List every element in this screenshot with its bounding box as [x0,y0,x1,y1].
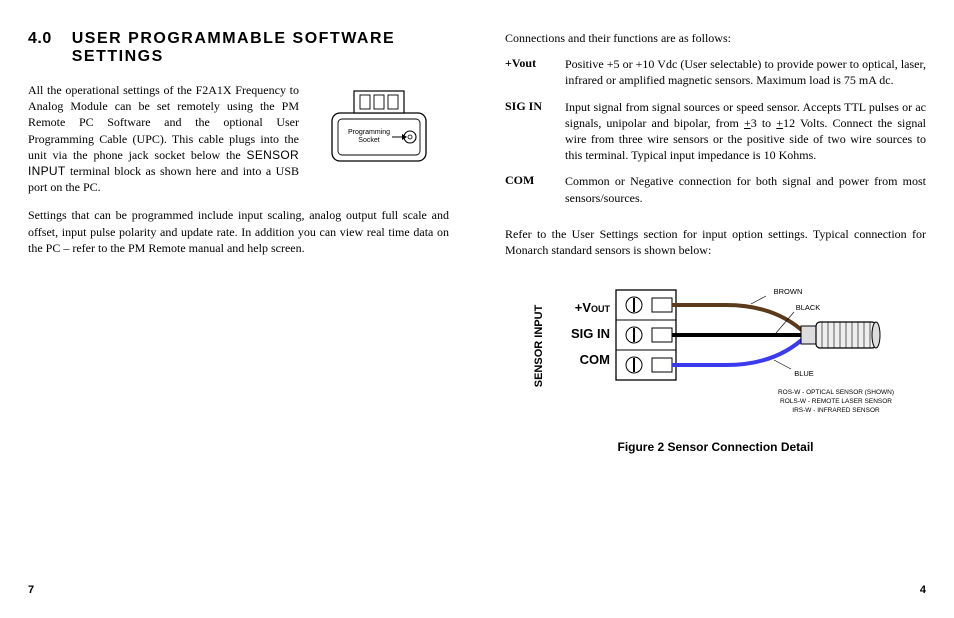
def-desc: Common or Negative connection for both s… [565,173,926,205]
note-1: ROS-W - OPTICAL SENSOR (SHOWN) [777,389,893,396]
vout-label: +V [574,300,591,315]
para-after-defs: Refer to the User Settings section for i… [505,226,926,258]
note-3: IRS-W - INFRARED SENSOR [792,407,880,414]
figure-caption: Figure 2 Sensor Connection Detail [505,440,926,454]
black-label: BLACK [795,303,820,312]
def-term: COM [505,173,553,205]
intro-block: All the operational settings of the F2A1… [28,82,449,195]
socket-diagram-icon: Programming Socket [314,85,444,170]
page-number-right: 4 [505,584,926,596]
def-desc: Positive +5 or +10 Vdc (User selectable)… [565,56,926,88]
blue-wire [672,336,806,365]
screw-icon [626,357,642,373]
def-desc: Input signal from signal sources or spee… [565,99,926,164]
pm-sym-1: + [744,116,751,130]
brown-label: BROWN [773,287,802,296]
socket-label-line2: Socket [358,137,379,144]
sensor-connection-diagram-icon: SENSOR INPUT +V OUT SIG IN COM [526,276,906,426]
brown-wire [672,305,806,334]
definition-list: +Vout Positive +5 or +10 Vdc (User selec… [505,56,926,216]
screw-icon [626,327,642,343]
section-title: USER PROGRAMMABLE SOFTWARE SETTINGS [72,30,449,66]
section-number: 4.0 [28,30,52,66]
com-label: COM [579,352,609,367]
desc-c: 3 to [751,116,777,130]
paragraph-2: Settings that can be programmed include … [28,207,449,256]
blue-label: BLUE [794,369,814,378]
def-term: SIG IN [505,99,553,164]
sigin-label: SIG IN [570,326,609,341]
right-column: Connections and their functions are as f… [477,30,926,596]
intro-text: All the operational settings of the F2A1… [28,82,299,195]
left-column: 4.0 USER PROGRAMMABLE SOFTWARE SETTINGS … [28,30,477,596]
def-row-vout: +Vout Positive +5 or +10 Vdc (User selec… [505,56,926,88]
sensor-connection-figure: SENSOR INPUT +V OUT SIG IN COM [505,276,926,426]
page-number-left: 7 [28,584,449,596]
sensor-input-vertical-label: SENSOR INPUT [533,305,545,388]
connections-intro: Connections and their functions are as f… [505,30,926,46]
programming-socket-figure: Programming Socket [309,82,449,172]
def-term: +Vout [505,56,553,88]
note-2: ROLS-W - REMOTE LASER SENSOR [780,398,892,405]
intro-part-c: terminal block as shown here and into a … [28,164,299,194]
def-row-sigin: SIG IN Input signal from signal sources … [505,99,926,164]
section-heading: 4.0 USER PROGRAMMABLE SOFTWARE SETTINGS [28,30,449,66]
vout-sub: OUT [591,304,611,314]
socket-label-line1: Programming [348,129,390,136]
screw-icon [626,297,642,313]
def-row-com: COM Common or Negative connection for bo… [505,173,926,205]
